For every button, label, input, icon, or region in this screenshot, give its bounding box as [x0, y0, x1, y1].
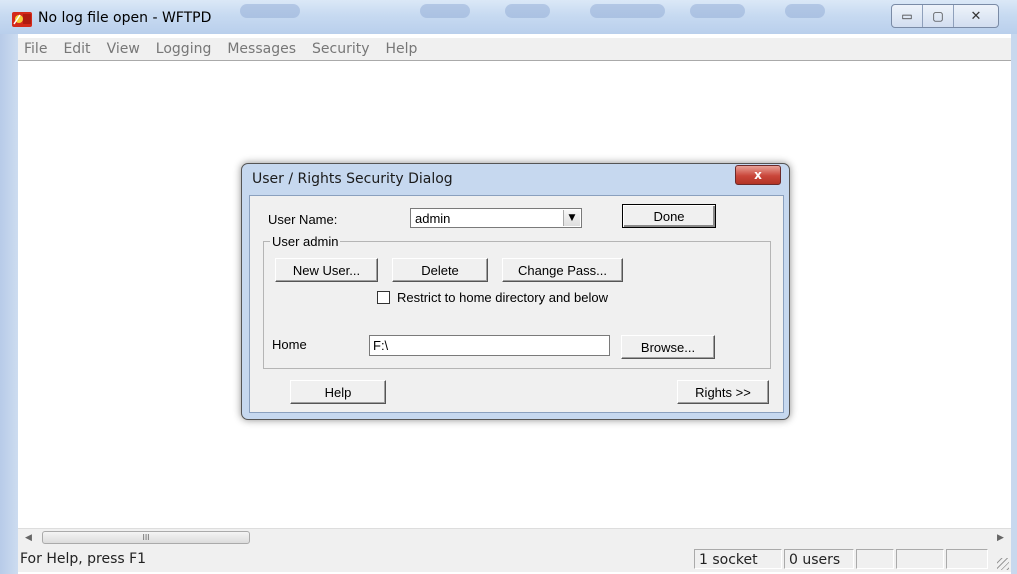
user-name-label: User Name: [268, 212, 338, 227]
status-bar: For Help, press F1 1 socket 0 users [18, 546, 1011, 572]
change-pass-button[interactable]: Change Pass... [502, 258, 623, 282]
scroll-right-arrow-icon[interactable]: ▶ [992, 529, 1009, 546]
done-button[interactable]: Done [622, 204, 716, 228]
help-button[interactable]: Help [290, 380, 386, 404]
dialog-close-button[interactable]: x [735, 165, 781, 185]
status-pane-empty-3 [946, 549, 988, 569]
menu-logging[interactable]: Logging [148, 41, 220, 57]
menu-security[interactable]: Security [304, 41, 378, 57]
maximize-button[interactable]: ▢ [923, 5, 954, 27]
user-name-value: admin [415, 211, 451, 226]
minimize-icon: ▭ [901, 9, 913, 23]
user-rights-security-dialog: User / Rights Security Dialog x User Nam… [241, 163, 790, 420]
scrollbar-grip: III [142, 533, 150, 542]
horizontal-scrollbar[interactable]: ◀ III ▶ [18, 528, 1011, 546]
window-frame-left [0, 34, 18, 574]
delete-button[interactable]: Delete [392, 258, 488, 282]
close-icon: ✕ [970, 8, 982, 24]
scroll-left-arrow-icon[interactable]: ◀ [20, 529, 37, 546]
close-icon: x [754, 168, 762, 182]
rights-button[interactable]: Rights >> [677, 380, 769, 404]
status-sockets: 1 socket [694, 549, 782, 569]
status-users: 0 users [784, 549, 854, 569]
menu-file[interactable]: File [18, 41, 55, 57]
user-name-combobox[interactable]: admin ▼ [410, 208, 582, 228]
restrict-home-checkbox[interactable] [377, 291, 390, 304]
status-pane-empty-2 [896, 549, 944, 569]
title-bar[interactable]: No log file open - WFTPD ▭ ▢ ✕ [0, 0, 1017, 34]
status-help-text: For Help, press F1 [20, 551, 147, 567]
dialog-body: User Name: admin ▼ Done User admin New U… [249, 195, 784, 413]
browse-button[interactable]: Browse... [621, 335, 715, 359]
menu-messages[interactable]: Messages [219, 41, 304, 57]
restrict-home-label[interactable]: Restrict to home directory and below [397, 290, 608, 305]
menu-edit[interactable]: Edit [55, 41, 98, 57]
menu-view[interactable]: View [99, 41, 148, 57]
user-admin-group-label: User admin [270, 234, 341, 249]
window-title: No log file open - WFTPD [38, 10, 212, 26]
dialog-title: User / Rights Security Dialog [252, 171, 453, 187]
menu-bar: File Edit View Logging Messages Security… [18, 38, 1011, 60]
wftpd-app-icon [12, 12, 32, 27]
home-directory-field[interactable]: F:\ [369, 335, 610, 356]
maximize-icon: ▢ [932, 9, 944, 23]
window-controls: ▭ ▢ ✕ [891, 4, 999, 28]
close-button[interactable]: ✕ [954, 5, 998, 27]
new-user-button[interactable]: New User... [275, 258, 378, 282]
status-pane-empty-1 [856, 549, 894, 569]
menu-help[interactable]: Help [378, 41, 426, 57]
window-frame-right [1011, 34, 1017, 574]
scrollbar-thumb[interactable]: III [42, 531, 250, 544]
chevron-down-icon[interactable]: ▼ [563, 210, 580, 226]
minimize-button[interactable]: ▭ [892, 5, 923, 27]
home-label: Home [272, 337, 307, 352]
resize-grip-icon[interactable] [997, 558, 1009, 570]
